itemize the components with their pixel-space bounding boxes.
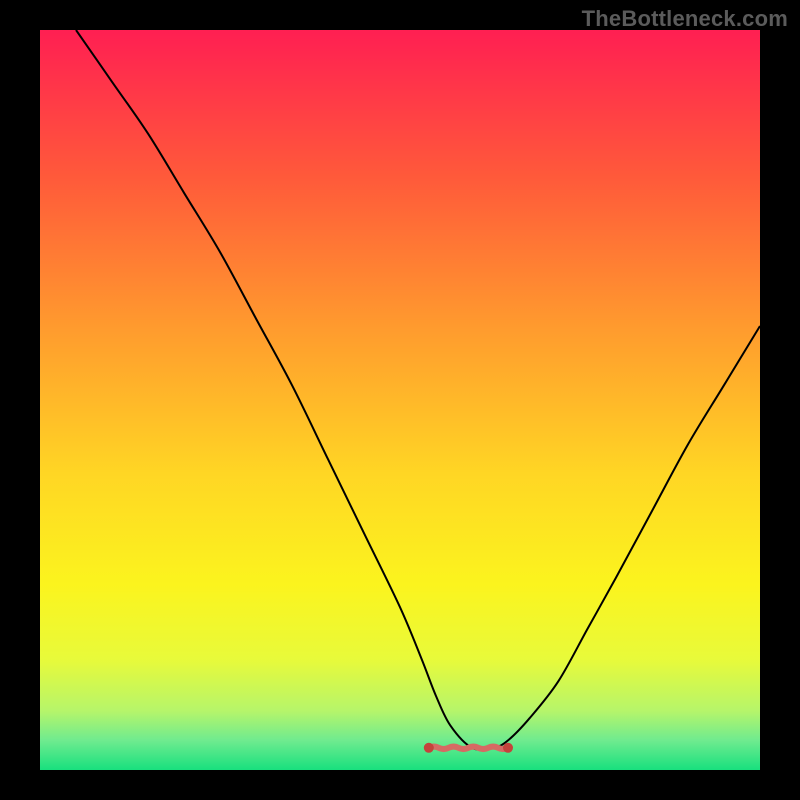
watermark-text: TheBottleneck.com	[582, 6, 788, 32]
chart-svg	[40, 30, 760, 770]
gradient-background	[40, 30, 760, 770]
chart-frame: TheBottleneck.com	[0, 0, 800, 800]
plot-area	[40, 30, 760, 770]
